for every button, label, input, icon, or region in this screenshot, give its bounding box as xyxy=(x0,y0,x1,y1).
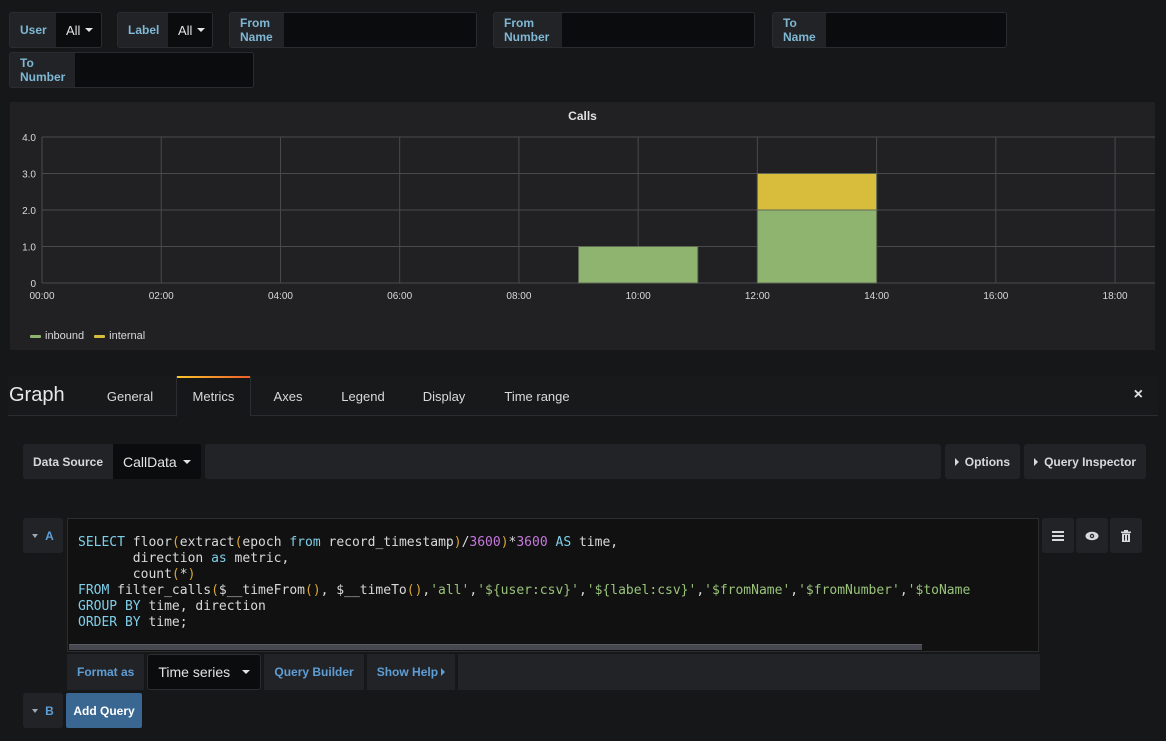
x-tick-label: 06:00 xyxy=(387,291,412,302)
query-format-row: Format as Time series Query Builder Show… xyxy=(67,654,1040,690)
eye-icon xyxy=(1085,531,1099,540)
legend-item-inbound[interactable]: inbound xyxy=(30,330,84,342)
y-tick-label: 3.0 xyxy=(22,170,36,181)
format-dropdown[interactable]: Time series xyxy=(147,654,262,690)
tab-metrics[interactable]: Metrics xyxy=(176,376,251,417)
caret-down-icon xyxy=(32,708,39,713)
query-inspector-label: Query Inspector xyxy=(1044,454,1137,469)
calls-chart: 00:00 02:00 04:00 06:00 08:00 10:00 12:00 14:00… xyxy=(22,133,1155,302)
options-label: Options xyxy=(964,454,1011,469)
datasource-row: Data Source CallData Options Query Inspe… xyxy=(23,444,1147,479)
caret-down-icon xyxy=(197,28,206,32)
from-number-input[interactable] xyxy=(562,13,754,47)
editor-header: Graph General Metrics Axes Legend Displa… xyxy=(8,376,1158,417)
caret-down-icon xyxy=(32,533,39,538)
from-name-input[interactable] xyxy=(284,13,476,47)
variable-label: To Number xyxy=(10,53,76,87)
x-tick-label: 12:00 xyxy=(745,291,770,302)
caret-down-icon xyxy=(85,28,94,32)
variable-label: From Name xyxy=(230,13,284,47)
horizontal-scrollbar[interactable] xyxy=(69,644,922,650)
label-dropdown[interactable]: All xyxy=(168,13,212,47)
x-tick-label: 04:00 xyxy=(268,291,293,302)
tab-legend[interactable]: Legend xyxy=(329,376,397,416)
show-help-label: Show Help xyxy=(376,665,439,679)
datasource-label: Data Source xyxy=(23,444,114,479)
y-tick-label: 0 xyxy=(30,279,36,290)
variable-label-filter: Label All xyxy=(117,12,213,48)
legend-label: inbound xyxy=(45,330,85,342)
sql-code[interactable]: SELECT floor(extract(epoch from record_t… xyxy=(78,535,970,631)
x-tick-label: 16:00 xyxy=(983,291,1008,302)
to-number-input[interactable] xyxy=(75,53,253,87)
toggle-visibility-button[interactable] xyxy=(1076,518,1108,553)
query-ref-label: B xyxy=(45,703,54,718)
user-dropdown[interactable]: All xyxy=(56,13,101,47)
x-tick-label: 14:00 xyxy=(864,291,889,302)
options-button[interactable]: Options xyxy=(944,444,1021,479)
datasource-dropdown[interactable]: CallData xyxy=(113,444,201,479)
caret-down-icon xyxy=(242,670,251,674)
variable-label: Label xyxy=(118,13,168,47)
query-inspector-button[interactable]: Query Inspector xyxy=(1024,444,1147,479)
variable-user: User All xyxy=(9,12,102,48)
label-value: All xyxy=(178,22,193,38)
sql-editor[interactable]: SELECT floor(extract(epoch from record_t… xyxy=(67,518,1039,652)
caret-down-icon xyxy=(182,459,191,464)
y-tick-label: 1.0 xyxy=(22,243,36,254)
query-builder-button[interactable]: Query Builder xyxy=(264,654,364,690)
menu-button[interactable] xyxy=(1042,518,1074,553)
tab-general[interactable]: General xyxy=(92,376,168,416)
trash-icon xyxy=(1121,529,1131,542)
legend-swatch-internal xyxy=(94,334,106,338)
variable-from-number: From Number xyxy=(493,12,755,48)
legend-label: internal xyxy=(109,330,146,342)
caret-right-icon xyxy=(1034,457,1039,466)
variable-to-name: To Name xyxy=(772,12,1007,48)
variable-to-number: To Number xyxy=(9,52,254,88)
variable-label: User xyxy=(10,13,56,47)
datasource-row-filler xyxy=(204,444,941,479)
graph-panel: Calls 00:00 02:00 04:00 06:00 08:00 10:00 12:0… xyxy=(10,102,1155,350)
user-value: All xyxy=(66,22,81,38)
query-b-toggle[interactable]: B xyxy=(23,693,63,728)
query-ref-label: A xyxy=(45,528,54,543)
query-a-toggle[interactable]: A xyxy=(23,518,63,553)
format-value: Time series xyxy=(158,664,231,680)
x-tick-label: 00:00 xyxy=(29,291,54,302)
add-query-button[interactable]: Add Query xyxy=(66,693,142,728)
variable-from-name: From Name xyxy=(229,12,477,48)
variable-label: From Number xyxy=(494,13,562,47)
x-tick-label: 02:00 xyxy=(149,291,174,302)
to-name-input[interactable] xyxy=(825,13,1006,47)
show-help-button[interactable]: Show Help xyxy=(366,654,456,690)
x-tick-label: 10:00 xyxy=(626,291,651,302)
bar-internal xyxy=(756,173,878,211)
chart-legend: inbound internal xyxy=(30,330,145,342)
editor-title: Graph xyxy=(9,384,65,406)
bar-inbound xyxy=(756,209,878,284)
caret-right-icon xyxy=(441,668,446,676)
query-actions xyxy=(1042,518,1142,553)
hamburger-icon xyxy=(1052,530,1064,541)
x-tick-label: 18:00 xyxy=(1103,291,1128,302)
datasource-value: CallData xyxy=(123,453,177,470)
tab-axes[interactable]: Axes xyxy=(260,376,316,416)
legend-swatch-inbound xyxy=(30,334,41,338)
tab-time-range[interactable]: Time range xyxy=(492,376,582,416)
caret-right-icon xyxy=(954,457,959,466)
close-icon[interactable]: × xyxy=(1134,386,1143,404)
delete-query-button[interactable] xyxy=(1110,518,1142,553)
y-tick-label: 2.0 xyxy=(22,206,36,217)
bar-inbound xyxy=(578,246,699,284)
y-tick-label: 4.0 xyxy=(22,133,36,144)
x-tick-label: 08:00 xyxy=(506,291,531,302)
tab-display[interactable]: Display xyxy=(410,376,478,416)
format-row-filler xyxy=(458,654,1040,690)
legend-item-internal[interactable]: internal xyxy=(94,330,145,342)
variable-label: To Name xyxy=(773,13,826,47)
format-as-label: Format as xyxy=(67,654,145,690)
